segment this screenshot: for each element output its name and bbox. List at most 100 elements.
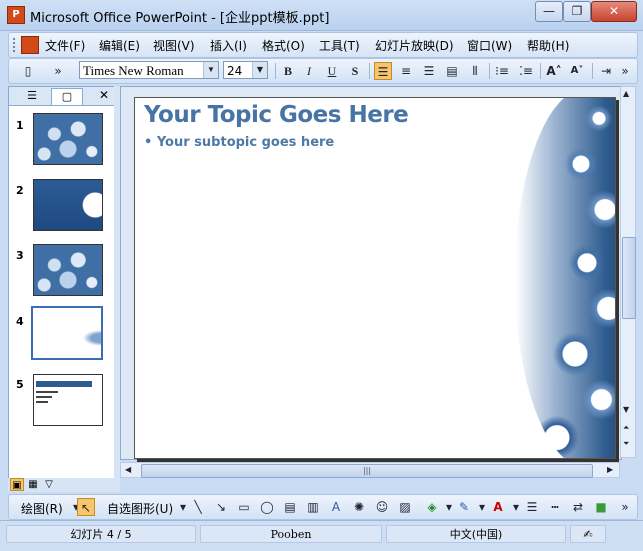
- scroll-left-icon[interactable]: ◀: [125, 465, 131, 474]
- textbox-icon[interactable]: ▤: [281, 498, 299, 516]
- horizontal-scrollbar[interactable]: ◀ ||| ▶: [120, 462, 620, 478]
- slide-title[interactable]: Your Topic Goes Here: [144, 102, 409, 128]
- slide-number: 5: [16, 378, 24, 391]
- toolbar-options-chevron-icon[interactable]: »: [619, 498, 631, 516]
- font-name-box[interactable]: Times New Roman ▼: [79, 61, 219, 79]
- document-icon[interactable]: [21, 36, 39, 54]
- arrow-icon[interactable]: ↘: [212, 498, 230, 516]
- slides-icon[interactable]: ▢: [51, 88, 83, 105]
- numbered-list-icon[interactable]: ⁝≡: [493, 62, 511, 80]
- align-right-icon[interactable]: ☰: [420, 62, 438, 80]
- bold-button[interactable]: B: [279, 62, 297, 80]
- slide-bullet[interactable]: • Your subtopic goes here: [144, 135, 334, 150]
- toolbar-separator: [369, 63, 370, 79]
- menu-bar: 文件(F) 编辑(E) 视图(V) 插入(I) 格式(O) 工具(T) 幻灯片放…: [8, 32, 638, 58]
- font-size-value: 24: [227, 64, 243, 78]
- shadow-button[interactable]: S: [346, 62, 364, 80]
- line-style-icon[interactable]: ☰: [523, 498, 541, 516]
- slide-thumbnail-4[interactable]: [31, 306, 103, 360]
- oval-icon[interactable]: ◯: [258, 498, 276, 516]
- toolbar-grip[interactable]: [13, 38, 18, 52]
- increase-font-icon[interactable]: A˄: [545, 62, 563, 80]
- diagram-icon[interactable]: ✺: [350, 498, 368, 516]
- panel-tabs: ☰ ▢ ✕: [9, 87, 115, 106]
- rectangle-icon[interactable]: ▭: [235, 498, 253, 516]
- menu-edit[interactable]: 编辑(E): [99, 37, 140, 54]
- menu-insert[interactable]: 插入(I): [210, 37, 247, 54]
- draw-menu-button[interactable]: 绘图(R): [21, 500, 63, 517]
- minimize-button[interactable]: —: [535, 1, 563, 22]
- design-template-status: Pooben: [200, 525, 382, 543]
- indent-icon[interactable]: ⇥: [597, 62, 615, 80]
- close-button[interactable]: ✕: [591, 1, 637, 22]
- vertical-scroll-thumb[interactable]: [622, 237, 636, 319]
- bullet-list-icon[interactable]: ⁚≡: [517, 62, 535, 80]
- menu-view[interactable]: 视图(V): [153, 37, 195, 54]
- spellcheck-icon[interactable]: ✍: [570, 525, 606, 543]
- autoshapes-menu-button[interactable]: 自选图形(U): [107, 500, 173, 517]
- next-slide-icon[interactable]: ⏷: [623, 439, 629, 449]
- arrow-style-icon[interactable]: ⇄: [569, 498, 587, 516]
- slide-thumbnail-1[interactable]: [33, 113, 103, 165]
- thumb-text-line: [36, 401, 48, 403]
- previous-slide-icon[interactable]: ⏶: [623, 423, 629, 433]
- slide-thumbnail-2[interactable]: [33, 179, 103, 231]
- normal-view-icon[interactable]: ▣: [10, 478, 24, 491]
- status-bar: 幻灯片 4 / 5 Pooben 中文(中国) ✍: [0, 520, 643, 551]
- menu-tools[interactable]: 工具(T): [319, 37, 360, 54]
- align-center-icon[interactable]: ≡: [397, 62, 415, 80]
- clipart-icon[interactable]: ☺: [373, 498, 391, 516]
- outline-icon[interactable]: ☰: [17, 88, 47, 104]
- horizontal-scroll-thumb[interactable]: |||: [141, 464, 593, 478]
- scroll-up-icon[interactable]: ▲: [623, 89, 629, 98]
- powerpoint-app-icon[interactable]: P: [7, 6, 25, 24]
- italic-button[interactable]: I: [300, 62, 318, 80]
- vertical-scrollbar[interactable]: ▲ ▼ ⏶ ⏷: [620, 86, 636, 458]
- decrease-font-icon[interactable]: A˅: [568, 62, 586, 80]
- new-document-icon[interactable]: ▯: [19, 62, 37, 80]
- scroll-down-icon[interactable]: ▼: [623, 405, 629, 414]
- text-direction-icon[interactable]: ⫴: [466, 62, 484, 80]
- menu-slideshow[interactable]: 幻灯片放映(D): [375, 37, 454, 54]
- slide-canvas[interactable]: Your Topic Goes Here • Your subtopic goe…: [134, 97, 616, 459]
- toolbar-separator: [489, 63, 490, 79]
- dash-style-icon[interactable]: ┅: [546, 498, 564, 516]
- menu-window[interactable]: 窗口(W): [467, 37, 512, 54]
- drawing-toolbar: 绘图(R) ▾ ↖ 自选图形(U) ▾ ╲ ↘ ▭ ◯ ▤ ▥ A ✺ ☺ ▨ …: [8, 494, 638, 520]
- line-icon[interactable]: ╲: [189, 498, 207, 516]
- scroll-right-icon[interactable]: ▶: [607, 465, 613, 474]
- restore-button[interactable]: ❐: [563, 1, 591, 22]
- toolbar-options-chevron-icon[interactable]: »: [619, 62, 631, 80]
- align-left-icon[interactable]: ☰: [374, 62, 392, 80]
- line-color-icon[interactable]: ✎: [455, 498, 473, 516]
- wordart-icon[interactable]: A: [327, 498, 345, 516]
- menu-format[interactable]: 格式(O): [262, 37, 305, 54]
- distribute-icon[interactable]: ▤: [443, 62, 461, 80]
- slide-thumbnail-3[interactable]: [33, 244, 103, 296]
- chevron-down-icon[interactable]: ▼: [252, 62, 267, 78]
- shadow-style-icon[interactable]: ■: [592, 498, 610, 516]
- slide-sorter-icon[interactable]: ▦: [26, 478, 40, 491]
- view-buttons: ▣ ▦ ▽: [8, 478, 120, 492]
- font-size-box[interactable]: 24 ▼: [223, 61, 268, 79]
- select-pointer-icon[interactable]: ↖: [77, 498, 95, 516]
- toolbar-options-chevron-icon[interactable]: »: [53, 62, 63, 80]
- close-icon[interactable]: ✕: [99, 88, 109, 102]
- slide-thumbnail-5[interactable]: [33, 374, 103, 426]
- chevron-down-icon[interactable]: ▼: [203, 62, 218, 78]
- slide-number: 4: [16, 315, 24, 328]
- window-title: Microsoft Office PowerPoint - [企业ppt模板.p…: [30, 11, 330, 26]
- slide-number: 2: [16, 184, 24, 197]
- bubble-decoration-image: [515, 98, 615, 458]
- font-color-icon[interactable]: A: [489, 498, 507, 516]
- toolbar-separator: [592, 63, 593, 79]
- picture-icon[interactable]: ▨: [396, 498, 414, 516]
- menu-file[interactable]: 文件(F): [45, 37, 85, 54]
- slideshow-view-icon[interactable]: ▽: [42, 478, 56, 491]
- fill-color-icon[interactable]: ◈: [423, 498, 441, 516]
- vertical-textbox-icon[interactable]: ▥: [304, 498, 322, 516]
- underline-button[interactable]: U: [323, 62, 341, 80]
- thumb-title-bar: [36, 381, 92, 387]
- language-status: 中文(中国): [386, 525, 566, 543]
- menu-help[interactable]: 帮助(H): [527, 37, 569, 54]
